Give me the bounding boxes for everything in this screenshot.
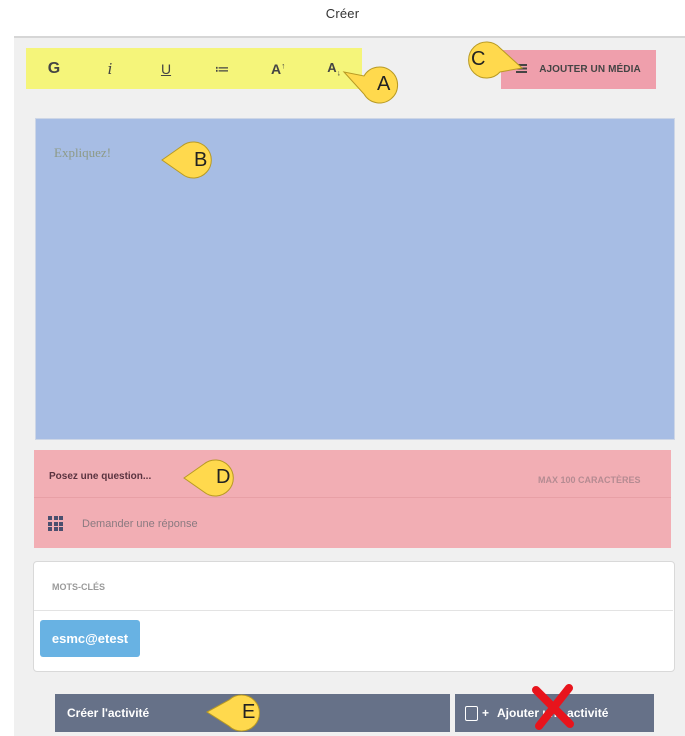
underline-icon: U [160, 60, 172, 77]
callout-b: B [194, 149, 208, 171]
italic-icon: i [107, 59, 113, 78]
keyword-tag[interactable]: esmc@etest [40, 620, 140, 657]
increase-font-icon: A↑ [271, 61, 285, 77]
plus-sign: + [482, 706, 490, 720]
underline-button[interactable]: U [138, 48, 194, 89]
bullet-list-button[interactable]: ≔ [194, 48, 250, 89]
create-activity-label: Créer l'activité [67, 706, 150, 720]
question-divider [34, 497, 671, 498]
bold-icon: G [47, 59, 61, 77]
list-icon: ≔ [214, 60, 230, 78]
increase-font-button[interactable]: A↑ [250, 48, 306, 89]
increase-font-letter: A [270, 60, 282, 77]
add-media-label: AJOUTER UN MÉDIA [539, 64, 641, 75]
keywords-divider [34, 610, 673, 611]
add-media-button[interactable]: AJOUTER UN MÉDIA [501, 50, 656, 89]
callout-a: A [377, 73, 391, 95]
callout-c: C [471, 48, 486, 70]
decrease-arrow: ↓ [336, 68, 341, 78]
grid-icon [48, 516, 63, 531]
add-page-icon [465, 705, 478, 721]
italic-button[interactable]: i [82, 48, 138, 89]
editor-placeholder: Expliquez! [54, 145, 112, 160]
keywords-label: MOTS-CLÉS [52, 582, 105, 592]
question-input[interactable]: Posez une question... [49, 471, 151, 482]
question-section [34, 450, 671, 548]
ask-answer-option[interactable]: Demander une réponse [82, 518, 198, 530]
question-max-chars: MAX 100 CARACTÈRES [538, 475, 641, 485]
decrease-font-letter: A [327, 59, 337, 75]
increase-arrow: ↑ [281, 60, 286, 70]
red-cross-icon [532, 684, 574, 730]
decrease-font-icon: A↓ [327, 60, 340, 78]
bold-button[interactable]: G [26, 48, 82, 89]
format-toolbar: G i U ≔ A↑ A↓ [26, 48, 362, 89]
callout-d: D [216, 466, 231, 488]
description-editor[interactable] [35, 118, 675, 440]
callout-e: E [242, 701, 256, 723]
page-title: Créer [325, 6, 360, 21]
